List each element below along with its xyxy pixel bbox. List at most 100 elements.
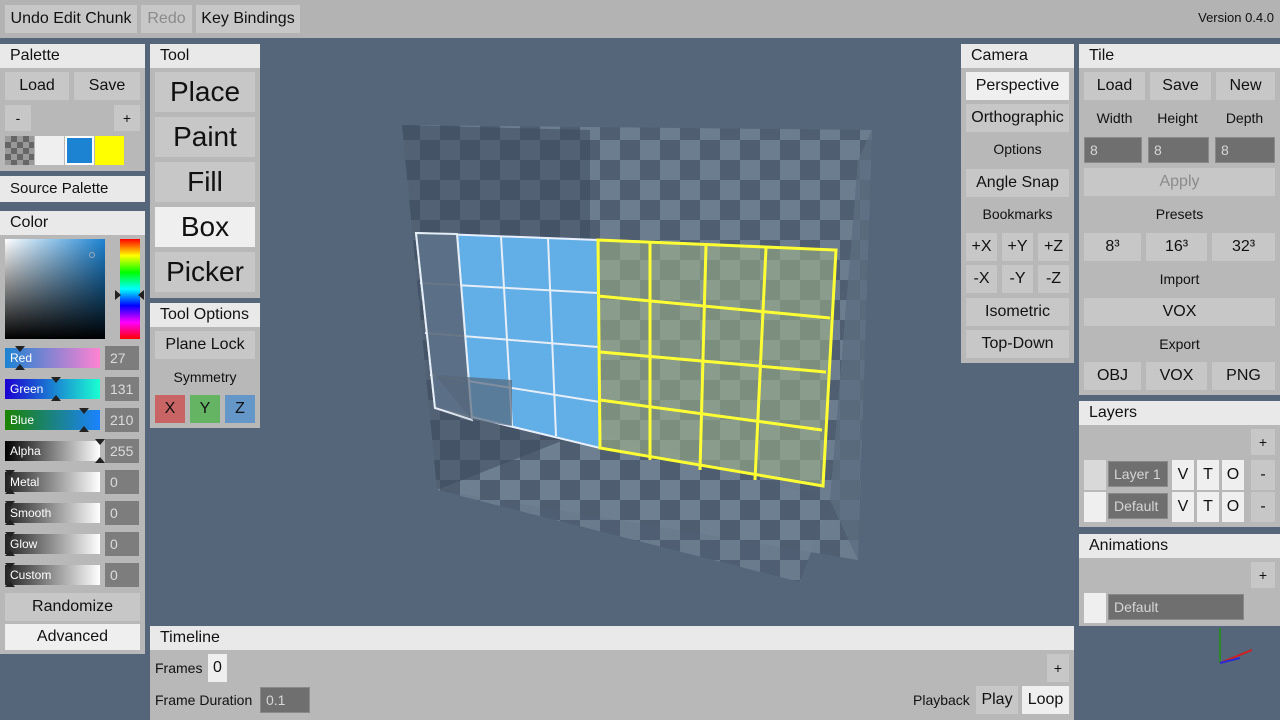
preset-32-button[interactable]: 32³ (1212, 233, 1275, 261)
tile-apply-button[interactable]: Apply (1084, 168, 1275, 196)
symmetry-z-button[interactable]: Z (225, 395, 255, 423)
export-obj-button[interactable]: OBJ (1084, 362, 1141, 390)
color-glow-slider[interactable]: Glow (5, 532, 100, 556)
layer-opaque-toggle[interactable]: O (1222, 460, 1244, 490)
color-blue-value[interactable]: 210 (105, 408, 139, 432)
slider-handle-icon[interactable] (95, 439, 105, 463)
slider-handle-icon[interactable] (5, 470, 15, 494)
layers-panel: Layers + Layer 1 V T O - Default V T O - (1079, 401, 1280, 527)
add-animation-button[interactable]: + (1251, 562, 1275, 588)
tile-depth-input[interactable]: 8 (1215, 137, 1275, 163)
tool-panel: Tool Place Paint Fill Box Picker (150, 44, 260, 298)
delete-layer-button[interactable]: - (1251, 460, 1275, 490)
bookmark-pos-y-button[interactable]: +Y (1002, 233, 1033, 261)
bookmark-neg-z-button[interactable]: -Z (1038, 265, 1069, 293)
tile-load-button[interactable]: Load (1084, 72, 1145, 100)
palette-swatch-blue[interactable] (65, 136, 94, 165)
palette-save-button[interactable]: Save (74, 72, 140, 100)
bookmark-neg-x-button[interactable]: -X (966, 265, 997, 293)
color-red-value[interactable]: 27 (105, 346, 139, 370)
tool-box-button[interactable]: Box (155, 207, 255, 247)
palette-remove-button[interactable]: - (5, 105, 31, 131)
tool-fill-button[interactable]: Fill (155, 162, 255, 202)
bookmark-neg-y-button[interactable]: -Y (1002, 265, 1033, 293)
preset-8-button[interactable]: 8³ (1084, 233, 1141, 261)
color-blue-slider[interactable]: Blue (5, 408, 100, 432)
plane-lock-button[interactable]: Plane Lock (155, 331, 255, 359)
randomize-button[interactable]: Randomize (5, 593, 140, 621)
color-green-value[interactable]: 131 (105, 377, 139, 401)
color-glow-value[interactable]: 0 (105, 532, 139, 556)
slider-handle-icon[interactable] (79, 408, 89, 432)
hue-slider[interactable] (120, 239, 140, 339)
layer-name-field[interactable]: Layer 1 (1108, 461, 1168, 487)
layer-transparent-toggle[interactable]: T (1197, 460, 1219, 490)
animation-name-field[interactable]: Default (1108, 594, 1244, 620)
tile-height-input[interactable]: 8 (1148, 137, 1209, 163)
slider-handle-icon[interactable] (5, 532, 15, 556)
color-alpha-slider[interactable]: Alpha (5, 439, 105, 463)
tile-new-button[interactable]: New (1216, 72, 1275, 100)
delete-layer-button[interactable]: - (1251, 492, 1275, 522)
color-custom-value[interactable]: 0 (105, 563, 139, 587)
tool-place-button[interactable]: Place (155, 72, 255, 112)
color-smooth-value[interactable]: 0 (105, 501, 139, 525)
bookmark-pos-z-button[interactable]: +Z (1038, 233, 1069, 261)
frame-duration-input[interactable]: 0.1 (260, 687, 310, 713)
tile-width-input[interactable]: 8 (1084, 137, 1142, 163)
redo-button[interactable]: Redo (141, 5, 192, 33)
preset-16-button[interactable]: 16³ (1146, 233, 1207, 261)
slider-handle-icon[interactable] (5, 501, 15, 525)
slider-handle-icon[interactable] (15, 346, 25, 370)
palette-swatch-white[interactable] (35, 136, 64, 165)
layer-color-swatch[interactable] (1084, 492, 1106, 522)
undo-button[interactable]: Undo Edit Chunk (5, 5, 137, 33)
color-alpha-value[interactable]: 255 (105, 439, 139, 463)
palette-add-button[interactable]: + (114, 105, 140, 131)
layer-name-field[interactable]: Default (1108, 493, 1168, 519)
export-png-button[interactable]: PNG (1212, 362, 1275, 390)
palette-swatch-transparent[interactable] (5, 136, 34, 165)
source-palette-panel[interactable]: Source Palette (0, 176, 145, 202)
color-smooth-slider[interactable]: Smooth (5, 501, 100, 525)
palette-load-button[interactable]: Load (5, 72, 69, 100)
color-metal-value[interactable]: 0 (105, 470, 139, 494)
color-green-slider[interactable]: Green (5, 377, 100, 401)
perspective-button[interactable]: Perspective (966, 72, 1069, 100)
layer-color-swatch[interactable] (1084, 460, 1106, 490)
tool-paint-button[interactable]: Paint (155, 117, 255, 157)
tile-save-button[interactable]: Save (1150, 72, 1211, 100)
color-red-slider[interactable]: Red (5, 346, 100, 370)
tile-height-label: Height (1157, 110, 1198, 126)
symmetry-y-button[interactable]: Y (190, 395, 220, 423)
slider-handle-icon[interactable] (5, 563, 15, 587)
top-down-button[interactable]: Top-Down (966, 330, 1069, 358)
play-button[interactable]: Play (976, 686, 1018, 714)
import-vox-button[interactable]: VOX (1084, 298, 1275, 326)
add-frame-button[interactable]: + (1047, 654, 1069, 682)
angle-snap-button[interactable]: Angle Snap (966, 169, 1069, 197)
animations-title: Animations (1079, 534, 1280, 558)
layer-opaque-toggle[interactable]: O (1222, 492, 1244, 522)
animation-color-swatch[interactable] (1084, 593, 1106, 623)
slider-handle-icon[interactable] (51, 377, 61, 401)
isometric-button[interactable]: Isometric (966, 298, 1069, 326)
advanced-button[interactable]: Advanced (5, 624, 140, 650)
add-layer-button[interactable]: + (1251, 429, 1275, 455)
layer-visible-toggle[interactable]: V (1172, 460, 1194, 490)
export-vox-button[interactable]: VOX (1146, 362, 1207, 390)
palette-swatch-yellow[interactable] (95, 136, 124, 165)
symmetry-x-button[interactable]: X (155, 395, 185, 423)
bookmark-pos-x-button[interactable]: +X (966, 233, 997, 261)
orthographic-button[interactable]: Orthographic (966, 104, 1069, 132)
color-custom-slider[interactable]: Custom (5, 563, 100, 587)
layer-transparent-toggle[interactable]: T (1197, 492, 1219, 522)
presets-label: Presets (1155, 206, 1204, 222)
key-bindings-button[interactable]: Key Bindings (196, 5, 300, 33)
frame-0-button[interactable]: 0 (208, 654, 227, 682)
layer-visible-toggle[interactable]: V (1172, 492, 1194, 522)
tool-picker-button[interactable]: Picker (155, 252, 255, 292)
color-picker-area[interactable] (5, 239, 105, 339)
loop-button[interactable]: Loop (1022, 686, 1069, 714)
color-metal-slider[interactable]: Metal (5, 470, 100, 494)
